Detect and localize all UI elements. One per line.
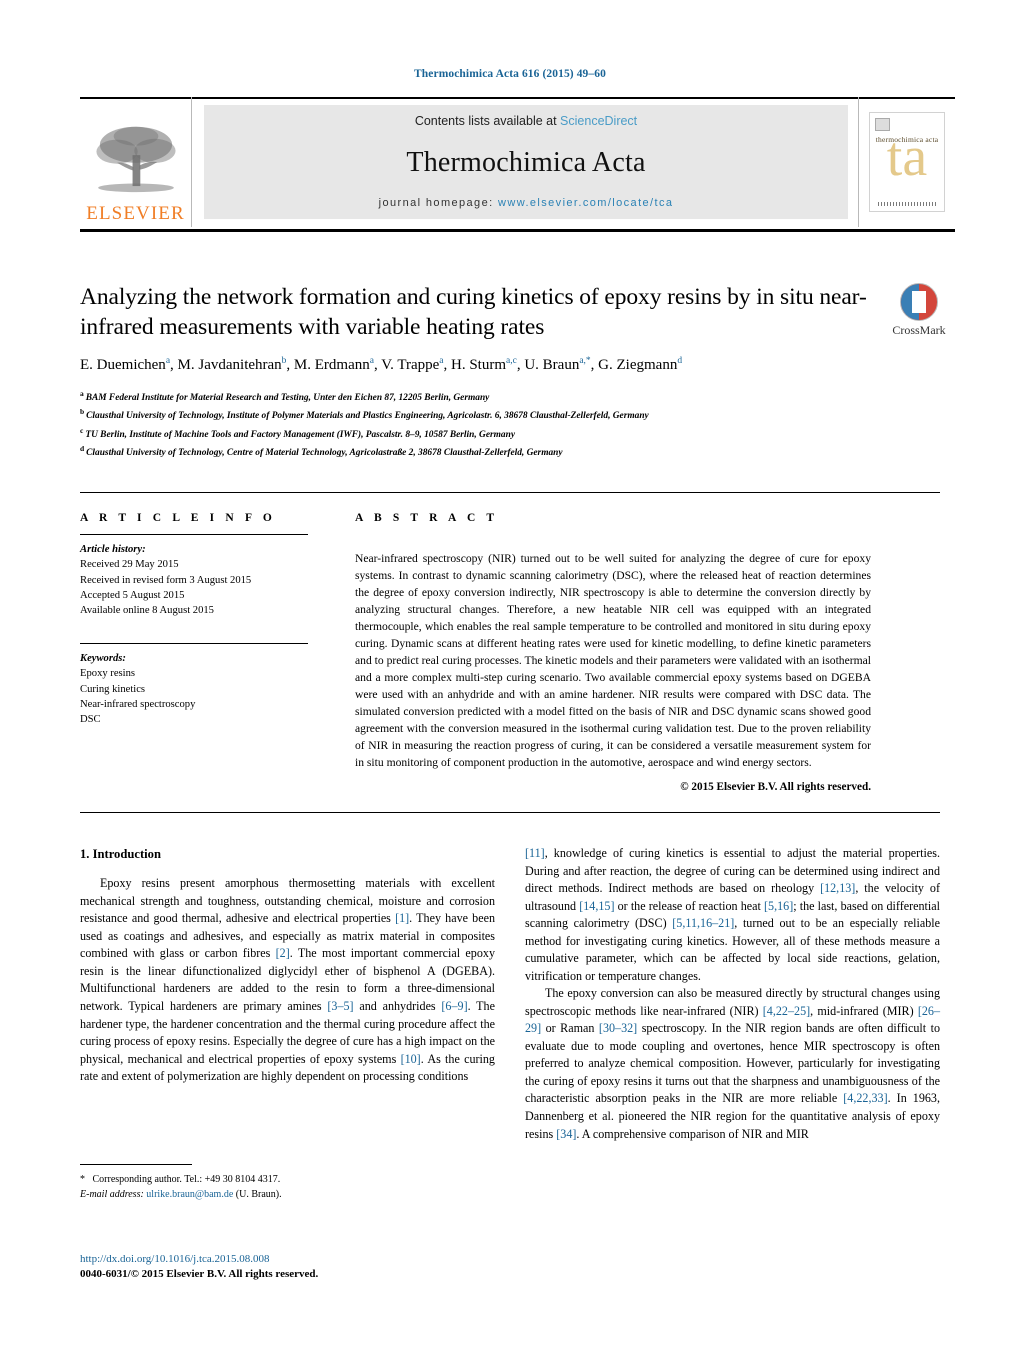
issn-copyright-line: 0040-6031/© 2015 Elsevier B.V. All right… [80, 1268, 319, 1281]
cover-image: ta thermochimica acta [869, 112, 945, 212]
running-head: Thermochimica Acta 616 (2015) 49–60 [414, 68, 606, 80]
elsevier-tree-icon [95, 126, 176, 193]
footnote-email-line: E-mail address: ulrike.braun@bam.de (U. … [80, 1187, 495, 1202]
masthead-center-band: Contents lists available at ScienceDirec… [204, 105, 848, 219]
journal-homepage-line: journal homepage: www.elsevier.com/locat… [379, 197, 674, 209]
abstract-heading: A B S T R A C T [355, 512, 499, 524]
cover-journal-name: thermochimica acta [875, 135, 939, 144]
article-info-column: A R T I C L E I N F O Article history: R… [80, 512, 330, 728]
author-list: E. Duemichena, M. Javdanitehranb, M. Erd… [80, 356, 683, 374]
elsevier-logo: ELSEVIER [80, 97, 192, 227]
section-heading-introduction: 1. Introduction [80, 847, 161, 861]
article-history-label: Article history: [80, 544, 146, 555]
abstract-text: Near-infrared spectroscopy (NIR) turned … [355, 552, 871, 770]
email-address-label: E-mail address: [80, 1189, 144, 1200]
introduction-paragraph: [11], knowledge of curing kinetics is es… [525, 846, 940, 983]
paper-page: Thermochimica Acta 616 (2015) 49–60 ELSE… [0, 0, 1020, 1351]
contents-prefix: Contents lists available at [414, 114, 561, 128]
affiliation-marker: b [80, 407, 85, 417]
contents-available-line: Contents lists available at ScienceDirec… [415, 114, 637, 128]
abstract-copyright: © 2015 Elsevier B.V. All rights reserved… [680, 781, 871, 794]
keywords-label: Keywords: [80, 652, 126, 664]
crossmark-label: CrossMark [892, 323, 946, 337]
journal-cover-thumbnail: ta thermochimica acta [858, 97, 955, 227]
corresponding-author-footnote: * Corresponding author. Tel.: +49 30 810… [80, 1164, 495, 1202]
article-history-item: Available online 8 August 2015 [80, 605, 214, 617]
page-title: Analyzing the network formation and curi… [80, 284, 867, 340]
introduction-right-column: [11], knowledge of curing kinetics is es… [525, 845, 940, 1143]
affiliation-item: a BAM Federal Institute for Material Rese… [80, 388, 870, 406]
journal-homepage-link[interactable]: www.elsevier.com/locate/tca [498, 197, 673, 209]
affiliation-marker: d [80, 444, 85, 454]
affiliation-marker: c [80, 425, 84, 435]
article-info-divider [80, 534, 308, 535]
homepage-prefix: journal homepage: [378, 197, 499, 209]
title-block: Analyzing the network formation and curi… [80, 283, 870, 461]
introduction-paragraph: The epoxy conversion can also be measure… [525, 986, 941, 1141]
affiliation-item: d Clausthal University of Technology, Cen… [80, 443, 870, 461]
email-link[interactable]: ulrike.braun@bam.de [146, 1189, 233, 1200]
article-history-item: Received in revised form 3 August 2015 [80, 574, 252, 586]
affiliation-text: Clausthal University of Technology, Inst… [86, 411, 649, 422]
affiliation-text: Clausthal University of Technology, Cent… [86, 448, 563, 459]
email-owner: (U. Braun). [235, 1189, 282, 1200]
sciencedirect-link[interactable]: ScienceDirect [560, 114, 637, 128]
keyword-item: Curing kinetics [80, 683, 146, 695]
keyword-item: DSC [80, 714, 101, 726]
crossmark-icon [900, 283, 938, 321]
info-section-bottom-rule [80, 812, 940, 813]
introduction-paragraph: Epoxy resins present amorphous thermoset… [80, 876, 495, 1084]
doi-link[interactable]: http://dx.doi.org/10.1016/j.tca.2015.08.… [80, 1252, 510, 1267]
footnote-rule [80, 1164, 192, 1165]
info-section-top-rule [80, 492, 940, 493]
affiliation-marker: a [80, 388, 84, 398]
footnote-corresponding-author: * Corresponding author. Tel.: +49 30 810… [80, 1174, 281, 1185]
abstract-column: A B S T R A C T Near-infrared spectrosco… [355, 512, 871, 793]
article-history-item: Accepted 5 August 2015 [80, 590, 185, 602]
affiliation-text: TU Berlin, Institute of Machine Tools an… [85, 429, 515, 440]
elsevier-wordmark: ELSEVIER [86, 203, 185, 224]
article-info-heading: A R T I C L E I N F O [80, 512, 276, 524]
keyword-item: Epoxy resins [80, 668, 136, 680]
article-history-item: Received 29 May 2015 [80, 559, 179, 571]
journal-title: Thermochimica Acta [406, 146, 646, 178]
crossmark-badge[interactable]: CrossMark [880, 283, 958, 338]
affiliation-list: a BAM Federal Institute for Material Rese… [80, 388, 870, 461]
keywords-divider [80, 642, 308, 644]
journal-masthead: ELSEVIER Contents lists available at Sci… [80, 97, 955, 227]
keyword-item: Near-infrared spectroscopy [80, 698, 196, 710]
imprint-block: http://dx.doi.org/10.1016/j.tca.2015.08.… [80, 1252, 510, 1283]
affiliation-text: BAM Federal Institute for Material Resea… [85, 393, 490, 404]
affiliation-item: c TU Berlin, Institute of Machine Tools a… [80, 425, 870, 443]
cover-barcode-icon [878, 202, 936, 206]
introduction-left-column: 1. Introduction Epoxy resins present amo… [80, 845, 495, 1086]
affiliation-item: b Clausthal University of Technology, Ins… [80, 406, 870, 424]
